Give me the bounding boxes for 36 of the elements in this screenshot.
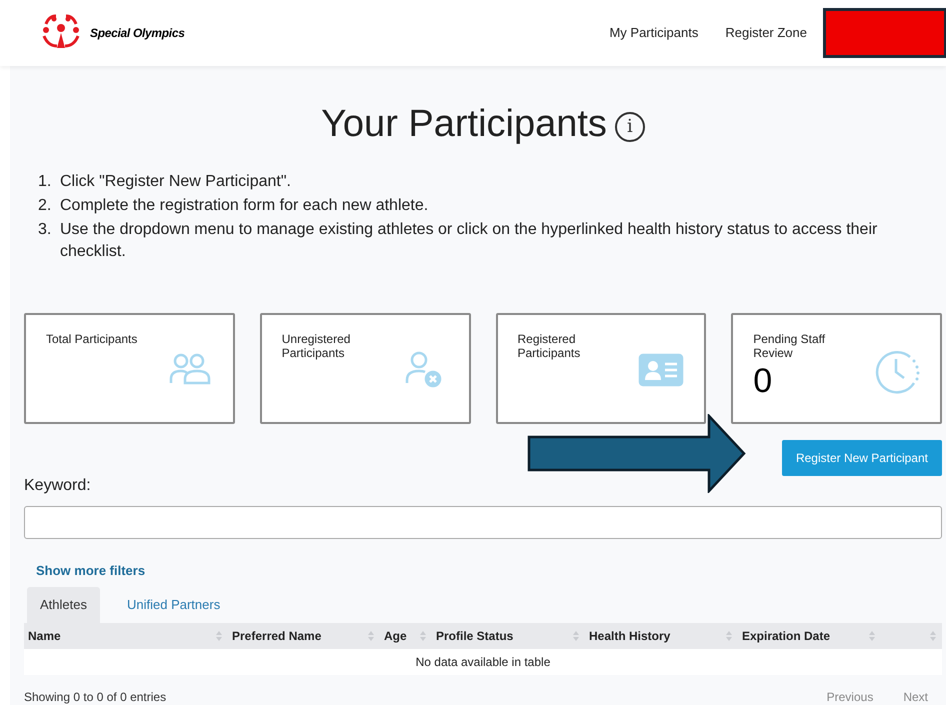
- sort-icon: [726, 630, 732, 640]
- column-header[interactable]: Age: [380, 622, 432, 648]
- tab[interactable]: Unified Partners: [100, 586, 248, 622]
- step-number: 3.: [38, 220, 52, 240]
- card-label: Total Participants: [46, 332, 138, 346]
- nav-link[interactable]: My Participants: [609, 23, 698, 43]
- sort-icon: [930, 630, 936, 640]
- keyword-field[interactable]: [24, 506, 942, 539]
- sort-icon: [420, 630, 426, 640]
- step-text: Click "Register New Participant".: [60, 172, 291, 192]
- column-header[interactable]: Health History: [585, 622, 738, 648]
- empty-table-message: No data available in table: [416, 654, 550, 670]
- card-label: Registered Participants: [518, 332, 582, 360]
- column-header[interactable]: Expiration Date: [738, 622, 881, 648]
- sort-icon: [869, 630, 875, 640]
- nav-link[interactable]: Register Zone: [725, 23, 807, 43]
- column-header[interactable]: Profile Status: [432, 622, 585, 648]
- sort-icon: [573, 630, 579, 640]
- tab[interactable]: Athletes: [27, 586, 100, 622]
- step-text: Complete the registration form for each new athlete.: [60, 196, 428, 216]
- sort-icon: [368, 630, 374, 640]
- column-header[interactable]: Preferred Name: [228, 622, 380, 648]
- logo-text: Special Olympics: [90, 25, 185, 42]
- step-number: 2.: [38, 196, 52, 216]
- card-label: Pending Staff Review: [753, 332, 826, 360]
- keyword-label: Keyword:: [24, 476, 92, 496]
- info-icon[interactable]: i: [614, 112, 645, 142]
- show-more-filters-link[interactable]: Show more filters: [36, 561, 942, 580]
- sort-icon: [216, 630, 222, 640]
- column-header[interactable]: Name: [24, 622, 228, 648]
- table-info: Showing 0 to 0 of 0 entries: [24, 688, 166, 705]
- card-count: 0: [753, 361, 772, 401]
- page-title: Your Participants: [321, 102, 607, 147]
- card-label: Unregistered Participants: [282, 332, 352, 360]
- step-number: 1.: [38, 172, 52, 192]
- step-text: Use the dropdown menu to manage existing athletes or click on the hyperlinked health history status to access their checklist.: [60, 220, 878, 262]
